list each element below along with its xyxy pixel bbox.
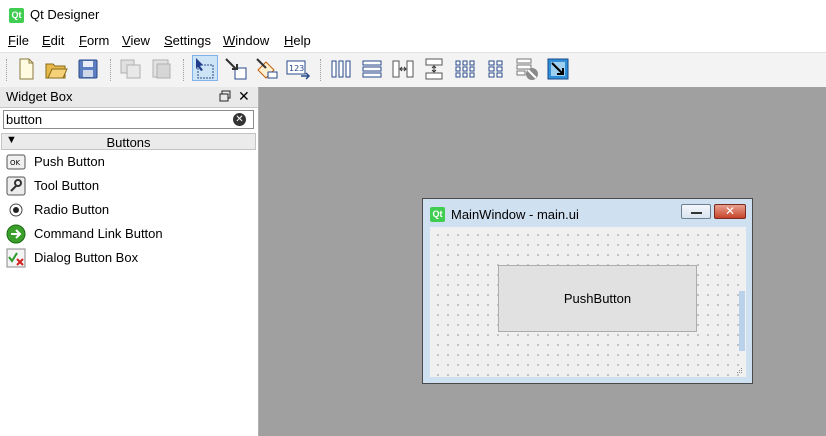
layout-v-splitter-icon[interactable] — [421, 56, 447, 82]
widget-item-dialog-button-box[interactable]: Dialog Button Box — [6, 247, 246, 269]
menu-label: indow — [235, 33, 270, 48]
widget-filter-field: ✕ — [3, 110, 254, 129]
menu-label: orm — [86, 33, 110, 48]
widget-filter-input[interactable] — [6, 111, 226, 128]
widget-box-header: Widget Box ✕ — [0, 87, 258, 108]
widget-box-panel: Widget Box ✕ ✕ ▼ Buttons OK Push Button … — [0, 87, 259, 436]
menu-label: dit — [50, 33, 65, 48]
widget-item-label: Tool Button — [34, 178, 100, 193]
widget-item-label: Dialog Button Box — [34, 250, 139, 265]
edit-widgets-icon[interactable] — [192, 55, 218, 81]
paste-icon[interactable] — [148, 56, 174, 82]
menu-label: iew — [130, 33, 150, 48]
menu-edit[interactable]: Edit — [42, 33, 64, 48]
menu-accel: W — [223, 33, 236, 48]
widget-item-radio-button[interactable]: Radio Button — [6, 199, 246, 221]
dialog-button-box-icon — [6, 248, 26, 268]
new-file-icon[interactable] — [13, 56, 39, 82]
form-window[interactable]: Qt MainWindow - main.ui ✕ PushButton — [422, 198, 753, 384]
push-button-icon: OK — [6, 152, 26, 172]
form-title: MainWindow - main.ui — [451, 207, 579, 222]
tool-button-icon — [6, 176, 26, 196]
widget-item-label: Push Button — [34, 154, 105, 169]
app-titlebar: Qt Qt Designer — [0, 0, 826, 30]
toolbar-separator — [110, 59, 112, 81]
push-button-widget[interactable]: PushButton — [498, 265, 697, 332]
menu-accel: F — [8, 33, 16, 48]
edit-buddies-icon[interactable] — [254, 56, 280, 82]
close-dock-icon[interactable]: ✕ — [238, 88, 250, 105]
edit-signals-slots-icon[interactable] — [223, 56, 249, 82]
clear-filter-icon[interactable]: ✕ — [233, 113, 246, 126]
radio-button-icon — [6, 200, 26, 220]
float-dock-icon[interactable] — [219, 90, 231, 102]
layout-form-icon[interactable] — [483, 56, 509, 82]
category-buttons[interactable]: ▼ Buttons — [1, 133, 256, 150]
main-toolbar: 123 — [0, 52, 826, 88]
edit-tab-order-icon[interactable]: 123 — [285, 56, 311, 82]
close-icon: ✕ — [724, 204, 736, 218]
widget-item-tool-button[interactable]: Tool Button — [6, 175, 246, 197]
save-icon[interactable] — [75, 56, 101, 82]
form-frame-accent — [739, 291, 745, 351]
form-canvas[interactable]: PushButton — [430, 227, 746, 377]
minimize-button[interactable] — [681, 204, 711, 219]
open-folder-icon[interactable] — [43, 56, 69, 82]
menu-file[interactable]: File — [8, 33, 29, 48]
widget-item-label: Command Link Button — [34, 226, 163, 241]
menu-accel: E — [42, 33, 51, 48]
svg-text:123: 123 — [289, 64, 304, 73]
widget-item-label: Radio Button — [34, 202, 110, 217]
menu-label: ettings — [172, 33, 211, 48]
layout-grid-icon[interactable] — [452, 56, 478, 82]
widget-item-push-button[interactable]: OK Push Button — [6, 151, 246, 173]
menu-accel: F — [79, 33, 87, 48]
menubar: File Edit Form View Settings Window Help — [0, 30, 826, 52]
toolbar-handle[interactable] — [6, 59, 8, 81]
widget-box-title: Widget Box — [6, 89, 73, 104]
menu-form[interactable]: Form — [79, 33, 109, 48]
copy-icon[interactable] — [118, 56, 144, 82]
close-button[interactable]: ✕ — [714, 204, 746, 219]
menu-view[interactable]: View — [122, 33, 150, 48]
break-layout-icon[interactable] — [514, 56, 540, 82]
qt-logo-icon: Qt — [430, 207, 445, 222]
menu-accel: S — [164, 33, 173, 48]
adjust-size-icon[interactable] — [545, 56, 571, 82]
layout-h-splitter-icon[interactable] — [390, 56, 416, 82]
toolbar-separator — [183, 59, 185, 81]
widget-item-command-link-button[interactable]: Command Link Button — [6, 223, 246, 245]
layout-vertical-icon[interactable] — [359, 56, 385, 82]
menu-label: ile — [15, 33, 29, 48]
category-label: Buttons — [106, 135, 151, 150]
menu-accel: H — [284, 33, 294, 48]
qt-logo-icon: Qt — [9, 8, 24, 23]
size-grip-icon[interactable] — [735, 366, 743, 374]
menu-window[interactable]: Window — [223, 33, 269, 48]
toolbar-separator — [320, 59, 322, 81]
minimize-icon — [691, 212, 702, 214]
svg-text:OK: OK — [10, 159, 21, 167]
command-link-icon — [6, 224, 26, 244]
app-title: Qt Designer — [30, 7, 100, 22]
menu-help[interactable]: Help — [284, 33, 311, 48]
menu-label: elp — [293, 33, 311, 48]
layout-horizontal-icon[interactable] — [328, 56, 354, 82]
form-titlebar[interactable]: Qt MainWindow - main.ui ✕ — [423, 199, 752, 227]
menu-settings[interactable]: Settings — [164, 33, 211, 48]
